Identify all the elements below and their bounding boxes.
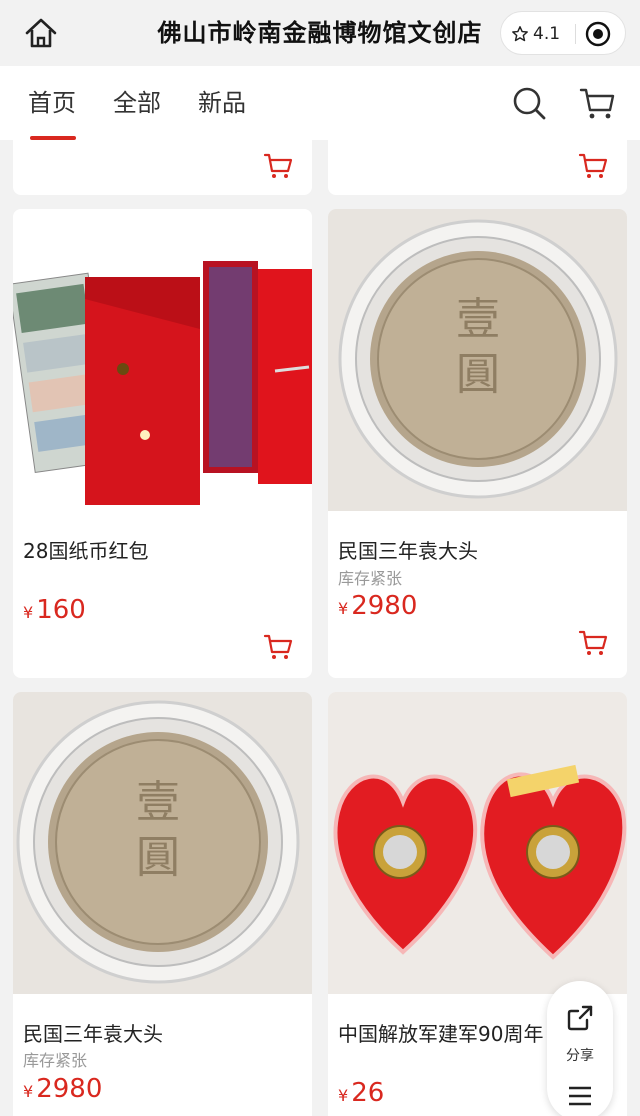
price-value: 2980 bbox=[36, 1074, 103, 1104]
capsule-divider bbox=[575, 24, 576, 44]
add-to-cart-icon[interactable] bbox=[263, 152, 293, 180]
svg-text:壹: 壹 bbox=[456, 294, 500, 345]
tab-home[interactable]: 首页 bbox=[28, 86, 76, 120]
currency-symbol: ¥ bbox=[338, 599, 349, 618]
currency-symbol: ¥ bbox=[338, 1086, 349, 1105]
title-bar: 佛山市岭南金融博物馆文创店 4.1 bbox=[0, 0, 640, 66]
cart-icon[interactable] bbox=[578, 84, 616, 122]
tab-all[interactable]: 全部 bbox=[113, 86, 161, 120]
rating-value: 4.1 bbox=[533, 24, 561, 44]
svg-text:圓: 圓 bbox=[136, 832, 180, 883]
product-card[interactable]: 28国纸币红包 ¥160 bbox=[13, 209, 312, 678]
product-image[interactable] bbox=[13, 209, 312, 511]
add-to-cart-icon[interactable] bbox=[578, 152, 608, 180]
product-name[interactable]: 中国解放军建军90周年 bbox=[338, 1018, 543, 1047]
share-icon[interactable] bbox=[565, 1003, 595, 1033]
silver-coin-image: 壹 圓 bbox=[13, 692, 312, 994]
product-name[interactable]: 民国三年袁大头 bbox=[23, 1018, 163, 1047]
product-image[interactable]: 壹 圓 bbox=[13, 692, 312, 994]
currency-symbol: ¥ bbox=[23, 603, 34, 622]
product-image[interactable]: 壹 圓 bbox=[328, 209, 627, 511]
currency-symbol: ¥ bbox=[23, 1082, 34, 1101]
svg-text:壹: 壹 bbox=[136, 777, 180, 828]
add-to-cart-icon[interactable] bbox=[578, 629, 608, 657]
product-price: ¥2980 bbox=[338, 591, 417, 621]
product-card[interactable]: 壹 圓 民国三年袁大头 库存紧张 ¥2980 bbox=[328, 209, 627, 678]
share-label[interactable]: 分享 bbox=[547, 1045, 613, 1065]
home-icon[interactable] bbox=[22, 14, 60, 52]
rating-button[interactable]: 4.1 bbox=[511, 12, 560, 56]
menu-icon[interactable] bbox=[565, 1081, 595, 1111]
shop-title: 佛山市岭南金融博物馆文创店 bbox=[157, 19, 483, 47]
product-name[interactable]: 28国纸币红包 bbox=[23, 535, 148, 564]
mini-program-capsule: 4.1 bbox=[500, 11, 626, 55]
red-envelope-image bbox=[13, 209, 312, 511]
floating-action-panel: 分享 bbox=[547, 981, 613, 1116]
add-to-cart-icon[interactable] bbox=[263, 633, 293, 661]
price-value: 26 bbox=[351, 1078, 385, 1108]
product-name[interactable]: 民国三年袁大头 bbox=[338, 535, 478, 564]
record-icon[interactable] bbox=[585, 21, 611, 47]
product-card[interactable]: 壹 圓 民国三年袁大头 库存紧张 ¥2980 bbox=[13, 692, 312, 1116]
product-price: ¥26 bbox=[338, 1078, 384, 1108]
commemorative-coins-image bbox=[328, 692, 627, 994]
product-price: ¥2980 bbox=[23, 1074, 102, 1104]
stock-status: 库存紧张 bbox=[338, 569, 403, 588]
shop-nav-bar: 首页 全部 新品 bbox=[0, 66, 640, 140]
price-value: 160 bbox=[36, 595, 86, 625]
product-card-partial[interactable] bbox=[13, 140, 312, 195]
product-image[interactable] bbox=[328, 692, 627, 994]
tab-new[interactable]: 新品 bbox=[198, 86, 246, 120]
search-icon[interactable] bbox=[510, 84, 548, 122]
silver-coin-image: 壹 圓 bbox=[328, 209, 627, 511]
price-value: 2980 bbox=[351, 591, 418, 621]
product-price: ¥160 bbox=[23, 595, 86, 625]
stock-status: 库存紧张 bbox=[23, 1051, 88, 1070]
star-icon bbox=[512, 26, 528, 42]
svg-text:圓: 圓 bbox=[456, 349, 500, 400]
product-card-partial[interactable] bbox=[328, 140, 627, 195]
